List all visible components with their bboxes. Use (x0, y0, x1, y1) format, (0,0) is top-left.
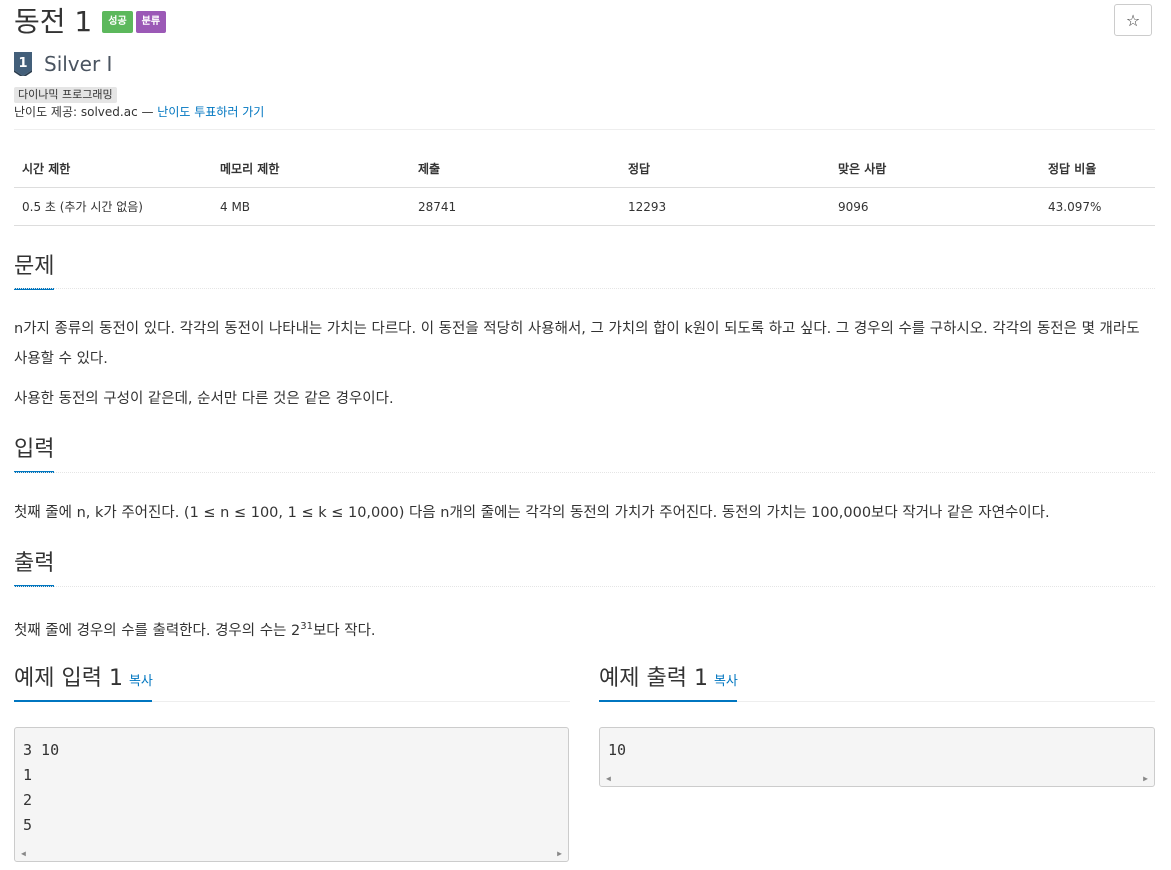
stats-header-solved-users: 맞은 사람 (830, 150, 1040, 188)
algorithm-tags: 다이나믹 프로그래밍 (14, 83, 117, 103)
difficulty-vote-link[interactable]: 난이도 투표하러 가기 (157, 105, 264, 119)
stats-time-limit: 0.5 초 (추가 시간 없음) (14, 187, 212, 226)
stats-header-submissions: 제출 (410, 150, 620, 188)
stats-ratio: 43.097% (1040, 187, 1155, 226)
problem-description-note: 사용한 동전의 구성이 같은데, 순서만 다른 것은 같은 경우이다. (14, 391, 394, 407)
stats-memory-limit: 4 MB (212, 187, 410, 226)
tier-icon-number: 1 (18, 56, 27, 71)
output-exponent: 31 (300, 621, 313, 632)
copy-sample-input-link[interactable]: 복사 (129, 674, 153, 689)
output-section-heading: 출력 (14, 551, 55, 576)
input-section-title: 입력 (14, 435, 55, 473)
section-underline (599, 700, 737, 702)
divider (14, 129, 1155, 130)
input-description: 첫째 줄에 n, k가 주어진다. (1 ≤ n ≤ 100, 1 ≤ k ≤ … (14, 505, 1050, 521)
stats-value-row: 0.5 초 (추가 시간 없음) 4 MB 28741 12293 9096 4… (14, 187, 1155, 226)
section-divider (152, 701, 570, 702)
scroll-right-icon[interactable]: ▶ (1143, 774, 1148, 783)
sample-input-line: 3 10 (23, 741, 60, 759)
sample-input-line: 2 (23, 791, 33, 809)
sample-input-heading: 예제 입력 1 (14, 666, 123, 691)
stats-submissions: 28741 (410, 187, 620, 226)
section-divider (14, 472, 1155, 473)
section-divider (737, 701, 1155, 702)
sample-output-line: 10 (608, 741, 627, 759)
problem-stats-table: 시간 제한 메모리 제한 제출 정답 맞은 사람 정답 비율 0.5 초 (추가… (14, 150, 1155, 226)
output-text-before: 첫째 줄에 경우의 수를 출력한다. 경우의 수는 2 (14, 622, 301, 639)
problem-header: 동전 1 성공 분류 (14, 4, 167, 40)
scroll-right-icon[interactable]: ▶ (557, 849, 562, 858)
section-divider (14, 586, 1155, 587)
output-text-after: 보다 작다. (312, 622, 376, 639)
problem-title: 동전 1 (14, 5, 93, 38)
sample-output-title: 예제 출력 1 복사 (599, 664, 738, 697)
sample-input-line: 5 (23, 816, 33, 834)
scroll-left-icon[interactable]: ◀ (606, 774, 611, 783)
silver-tier-icon: 1 (14, 52, 32, 76)
problem-section-title: 문제 (14, 252, 55, 290)
tier-name[interactable]: Silver I (44, 52, 112, 76)
stats-solved-users: 9096 (830, 187, 1040, 226)
provider-text: 난이도 제공: solved.ac — (14, 105, 158, 119)
sample-input-line: 1 (23, 766, 33, 784)
star-icon: ☆ (1125, 10, 1141, 30)
sample-output-box[interactable]: 10 ◀ ▶ (599, 727, 1155, 787)
input-section-heading: 입력 (14, 437, 55, 462)
horizontal-scrollbar[interactable]: ◀ ▶ (15, 845, 568, 861)
copy-sample-output-link[interactable]: 복사 (714, 674, 738, 689)
stats-header-row: 시간 제한 메모리 제한 제출 정답 맞은 사람 정답 비율 (14, 150, 1155, 188)
output-description: 첫째 줄에 경우의 수를 출력한다. 경우의 수는 231보다 작다. (14, 612, 1155, 646)
success-badge[interactable]: 성공 (102, 11, 133, 33)
favorite-star-button[interactable]: ☆ (1114, 4, 1152, 36)
sample-input-title: 예제 입력 1 복사 (14, 664, 153, 697)
stats-header-memory-limit: 메모리 제한 (212, 150, 410, 188)
algorithm-tag[interactable]: 다이나믹 프로그래밍 (14, 87, 117, 103)
classify-badge[interactable]: 분류 (135, 11, 167, 33)
sample-output-heading: 예제 출력 1 (599, 666, 708, 691)
scroll-left-icon[interactable]: ◀ (21, 849, 26, 858)
stats-header-ratio: 정답 비율 (1040, 150, 1155, 188)
output-section-title: 출력 (14, 549, 55, 587)
problem-section-heading: 문제 (14, 254, 55, 279)
horizontal-scrollbar[interactable]: ◀ ▶ (600, 770, 1154, 786)
difficulty-provider: 난이도 제공: solved.ac — 난이도 투표하러 가기 (14, 103, 264, 120)
stats-header-time-limit: 시간 제한 (14, 150, 212, 188)
sample-input-box[interactable]: 3 10 1 2 5 ◀ ▶ (14, 727, 569, 862)
tier-row: 1 Silver I (14, 52, 112, 76)
section-divider (14, 288, 1155, 289)
problem-description: n가지 종류의 동전이 있다. 각각의 동전이 나타내는 가치는 다르다. 이 … (14, 321, 1140, 367)
stats-header-accepted: 정답 (620, 150, 830, 188)
stats-accepted: 12293 (620, 187, 830, 226)
section-underline (14, 700, 152, 702)
